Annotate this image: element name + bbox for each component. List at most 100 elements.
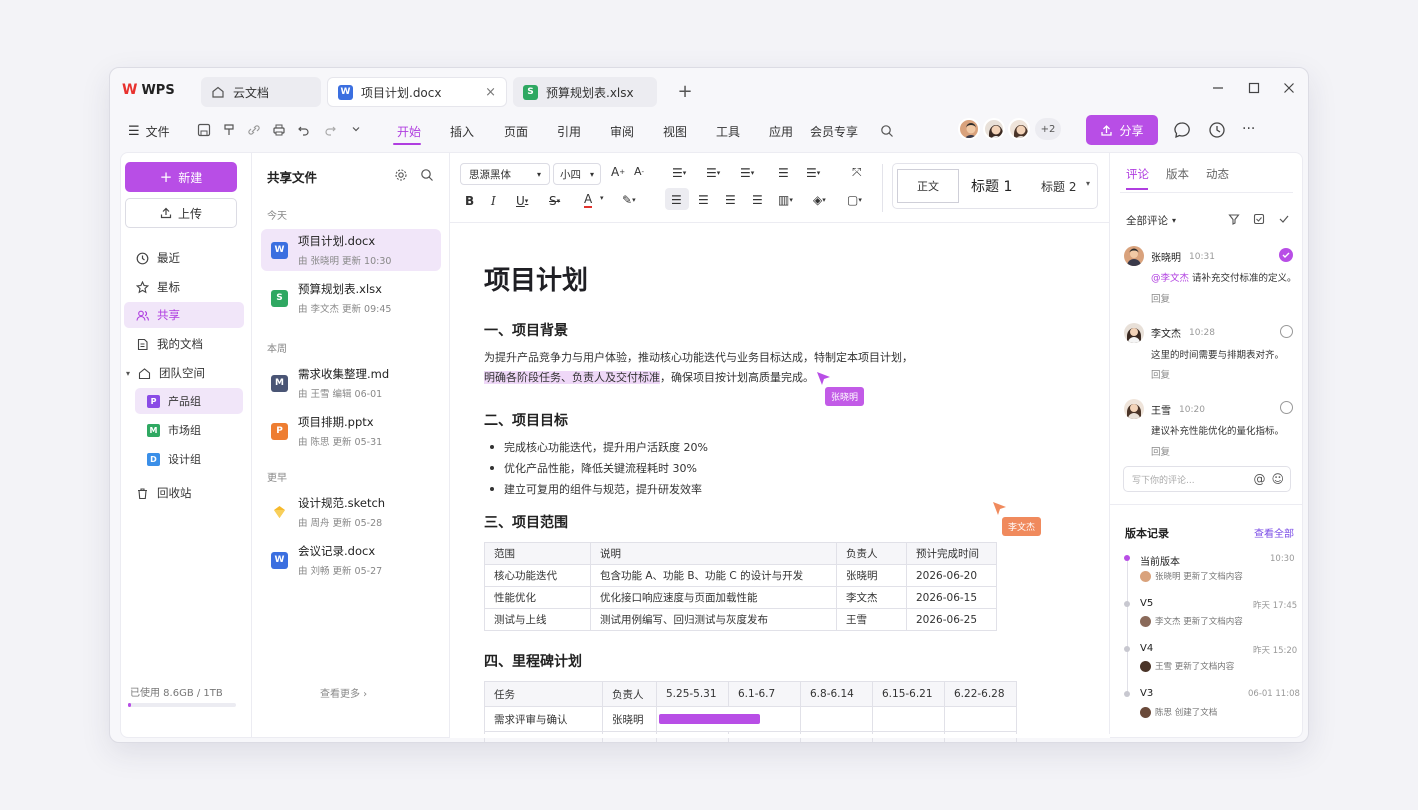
menu-start[interactable]: 开始	[397, 120, 421, 142]
file-item[interactable]: 设计规范.sketch 由 周舟 更新 05-28	[261, 491, 441, 533]
menu-apps[interactable]: 应用	[769, 120, 793, 142]
table-cell[interactable]	[800, 706, 873, 732]
comment-input[interactable]: 写下你的评论... @ ☺	[1123, 466, 1291, 492]
comment-filter-dropdown[interactable]: 全部评论 ▾	[1126, 213, 1176, 228]
file-menu[interactable]: ☰ 文件	[128, 120, 170, 142]
upload-button[interactable]: 上传	[125, 198, 237, 228]
table-cell[interactable]: 优化接口响应速度与页面加载性能	[590, 586, 837, 609]
table-cell[interactable]: 包含功能 A、功能 B、功能 C 的设计与开发	[590, 564, 837, 587]
chevron-down-icon[interactable]: ▾	[600, 194, 604, 202]
paragraph[interactable]: 明确各阶段任务、负责人及交付标准，确保项目按计划高质量完成。	[484, 369, 814, 385]
table-cell[interactable]: 王雪	[836, 608, 907, 631]
gantt-cell[interactable]	[656, 706, 801, 732]
format-painter-icon[interactable]	[222, 123, 236, 137]
maximize-icon[interactable]	[1246, 80, 1262, 96]
reply-link[interactable]: 回复	[1151, 291, 1170, 305]
table-cell[interactable]: 核心功能迭代	[484, 564, 591, 587]
table-cell[interactable]: 李文杰	[836, 586, 907, 609]
table-cell[interactable]: 张晓明	[602, 706, 657, 732]
paragraph[interactable]: 为提升产品竞争力与用户体验，推动核心功能迭代与业务目标达成，特制定本项目计划，	[484, 349, 913, 365]
group-design[interactable]: D 设计组	[135, 446, 243, 472]
group-market[interactable]: M 市场组	[135, 417, 243, 443]
reply-link[interactable]: 回复	[1151, 444, 1170, 458]
reply-link[interactable]: 回复	[1151, 367, 1170, 381]
file-item[interactable]: W 项目计划.docx 由 张晓明 更新 10:30	[261, 229, 441, 271]
table-cell[interactable]: 测试用例编写、回归测试与灰度发布	[590, 608, 837, 631]
chevron-down-icon[interactable]: ▾	[1086, 179, 1090, 188]
resolved-check-icon[interactable]	[1279, 248, 1293, 262]
tab-cloud-docs[interactable]: 云文档	[201, 77, 321, 107]
resolve-circle-icon[interactable]	[1280, 325, 1293, 338]
list-item[interactable]: 完成核心功能迭代，提升用户活跃度 20%	[490, 439, 708, 455]
table-cell[interactable]: 性能优化	[484, 586, 591, 609]
sidebar-item-trash[interactable]: 回收站	[124, 480, 244, 506]
chat-icon[interactable]	[1173, 121, 1191, 139]
version-name[interactable]: 当前版本	[1140, 553, 1180, 568]
sidebar-item-recent[interactable]: 最近	[124, 245, 244, 271]
border-icon[interactable]: ▢ ▾	[847, 193, 862, 207]
menu-view[interactable]: 视图	[663, 120, 687, 142]
italic-icon[interactable]: I	[491, 194, 496, 208]
bold-icon[interactable]: B	[465, 194, 474, 208]
tab-versions[interactable]: 版本	[1166, 166, 1189, 182]
view-all-link[interactable]: 查看全部	[1254, 525, 1294, 540]
more-icon[interactable]: ···	[1242, 121, 1255, 137]
history-icon[interactable]	[1208, 121, 1226, 139]
section-heading[interactable]: 三、项目范围	[484, 512, 568, 532]
font-family-select[interactable]: 思源黑体 ▾	[460, 163, 550, 185]
section-heading[interactable]: 一、项目背景	[484, 320, 568, 340]
redo-icon[interactable]	[323, 123, 337, 137]
sidebar-item-star[interactable]: 星标	[124, 274, 244, 300]
minimize-icon[interactable]	[1210, 80, 1226, 96]
version-name[interactable]: V4	[1140, 643, 1153, 654]
table-row[interactable]: 核心功能迭代 包含功能 A、功能 B、功能 C 的设计与开发 张晓明 2026-…	[484, 564, 997, 587]
increase-font-icon[interactable]: A +	[611, 165, 625, 179]
justify-icon[interactable]: ☰	[752, 193, 763, 207]
view-more-link[interactable]: 查看更多 ›	[320, 685, 367, 700]
table-cell[interactable]: 2026-06-15	[906, 586, 997, 609]
chevron-down-icon[interactable]	[350, 123, 362, 135]
align-center-icon[interactable]: ☰	[698, 193, 709, 207]
columns-icon[interactable]: ▥ ▾	[778, 193, 793, 207]
checkbox-icon[interactable]	[1253, 213, 1265, 225]
undo-icon[interactable]	[297, 123, 311, 137]
close-icon[interactable]: ×	[485, 85, 496, 100]
avatar[interactable]	[1008, 118, 1030, 140]
resolve-circle-icon[interactable]	[1280, 401, 1293, 414]
strikethrough-icon[interactable]: S ▾	[549, 194, 560, 208]
menu-tools[interactable]: 工具	[716, 120, 740, 142]
table-cell[interactable]: 测试与上线	[484, 608, 591, 631]
numbered-list-icon[interactable]: ☰ ▾	[740, 166, 754, 180]
menu-page[interactable]: 页面	[504, 120, 528, 142]
style-heading-1[interactable]: 标题 1	[971, 176, 1012, 196]
link-icon[interactable]	[247, 123, 261, 137]
table-cell[interactable]: 2026-06-25	[906, 608, 997, 631]
style-normal[interactable]: 正文	[897, 169, 959, 203]
avatar[interactable]	[958, 118, 980, 140]
clear-format-icon[interactable]: ⤧	[852, 165, 862, 180]
file-item[interactable]: W 会议记录.docx 由 刘畅 更新 05-27	[261, 539, 441, 581]
avatar[interactable]	[983, 118, 1005, 140]
document-title[interactable]: 项目计划	[484, 260, 588, 297]
print-icon[interactable]	[272, 123, 286, 137]
decrease-font-icon[interactable]: A-	[634, 165, 644, 178]
style-heading-2[interactable]: 标题 2	[1041, 178, 1076, 195]
check-all-icon[interactable]	[1278, 213, 1290, 225]
table-cell[interactable]: 2026-06-20	[906, 564, 997, 587]
table-cell[interactable]	[872, 706, 945, 732]
font-color-icon[interactable]: A	[584, 193, 593, 208]
gantt-bar[interactable]	[659, 714, 760, 724]
close-window-icon[interactable]	[1281, 80, 1297, 96]
highlight-icon[interactable]: ✎ ▾	[622, 193, 636, 207]
add-tab-icon[interactable]: +	[676, 81, 694, 102]
tab-project-plan[interactable]: W 项目计划.docx ×	[327, 77, 507, 107]
indent-icon[interactable]: ☰ ▾	[706, 166, 720, 180]
table-cell[interactable]: 需求评审与确认	[484, 706, 603, 732]
section-heading[interactable]: 四、里程碑计划	[484, 651, 582, 671]
table-cell[interactable]	[944, 706, 1017, 732]
sidebar-item-my-docs[interactable]: 我的文档	[124, 331, 244, 357]
tab-budget-sheet[interactable]: S 预算规划表.xlsx	[513, 77, 657, 107]
save-icon[interactable]	[197, 123, 211, 137]
search-icon[interactable]	[880, 124, 894, 138]
menu-reference[interactable]: 引用	[557, 120, 581, 142]
